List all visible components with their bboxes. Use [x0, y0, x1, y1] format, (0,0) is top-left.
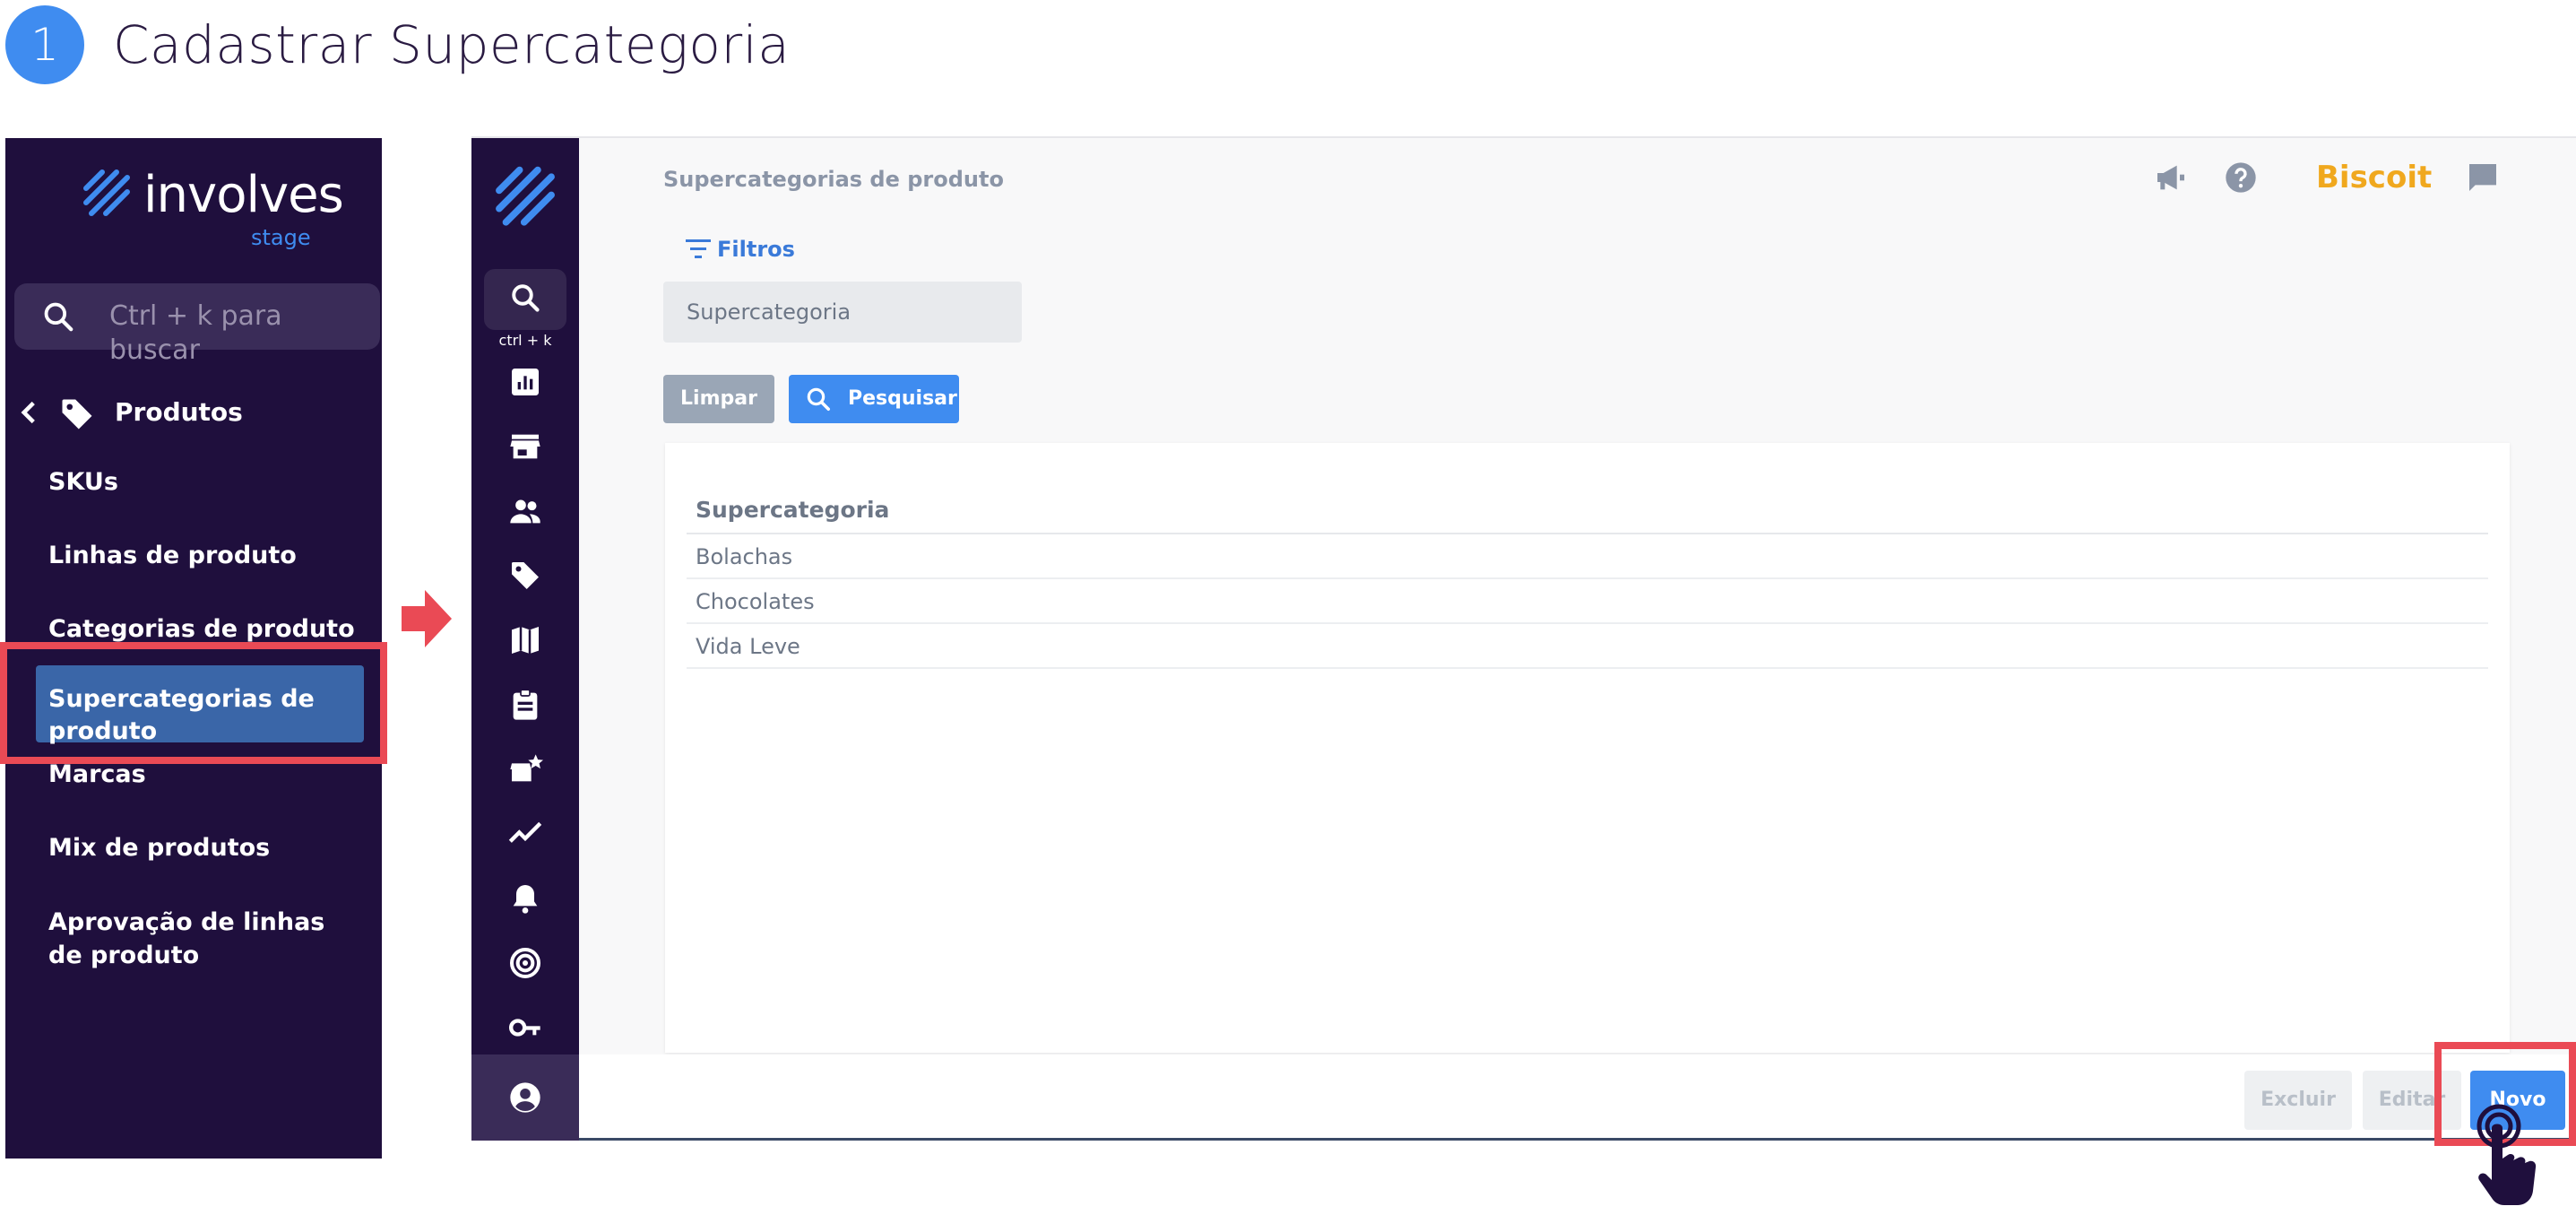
delete-button[interactable]: Excluir: [2244, 1071, 2352, 1130]
trending-icon[interactable]: [507, 816, 543, 852]
tag-icon[interactable]: [507, 558, 543, 594]
table-row[interactable]: Vida Leve: [687, 624, 2488, 669]
radar-icon[interactable]: [507, 945, 543, 981]
menu-search-input[interactable]: Ctrl + k para buscar: [14, 283, 380, 366]
map-icon[interactable]: [507, 622, 543, 658]
table-header: Supercategoria: [687, 488, 2488, 534]
step-number-badge: 1: [5, 5, 84, 84]
clear-button[interactable]: Limpar: [663, 375, 774, 423]
rail-search-button[interactable]: [484, 269, 566, 330]
search-shortcut-label: ctrl + k: [498, 332, 552, 349]
search-button-label: Pesquisar: [848, 387, 957, 410]
highlight-box: [0, 642, 387, 764]
key-icon[interactable]: [507, 1010, 543, 1046]
search-button[interactable]: Pesquisar: [789, 375, 959, 423]
brand-logo-icon[interactable]: [491, 163, 559, 231]
menu-item-skus[interactable]: SKUs: [48, 466, 118, 499]
chat-icon[interactable]: [2465, 160, 2501, 195]
search-icon: [807, 387, 830, 411]
breadcrumb: Supercategorias de produto: [663, 167, 1004, 192]
logo-subtext: stage: [251, 225, 311, 250]
store-icon[interactable]: [507, 429, 543, 464]
search-icon: [44, 302, 73, 332]
clipboard-icon[interactable]: [507, 687, 543, 723]
tutorial-page: { "step": {"number": "1", "title": "Cada…: [0, 0, 2576, 1215]
bell-icon[interactable]: [507, 881, 543, 916]
table-row[interactable]: Chocolates: [687, 579, 2488, 624]
back-to-produtos[interactable]: Produtos: [14, 386, 373, 439]
involves-logo-icon: [83, 169, 130, 216]
people-icon[interactable]: [507, 493, 543, 529]
menu-item-categorias-de-produto[interactable]: Categorias de produto: [48, 613, 355, 646]
menu-item-linhas-de-produto[interactable]: Linhas de produto: [48, 540, 297, 572]
megaphone-icon[interactable]: [2153, 160, 2189, 195]
store-star-icon[interactable]: [507, 751, 543, 787]
results-table: Supercategoria Bolachas Chocolates Vida …: [687, 488, 2488, 669]
involves-logo: involves stage: [81, 161, 344, 249]
app-window: ctrl + k Supercategorias de produto Bisc…: [471, 136, 2576, 1141]
pointer-hand-icon: [2477, 1104, 2537, 1205]
action-footer: Excluir Editar Novo: [579, 1054, 2576, 1141]
menu-item-aprovacao-linhas[interactable]: Aprovação de linhas de produto: [48, 906, 335, 972]
client-logo: Biscoit: [2316, 160, 2433, 195]
icon-rail: ctrl + k: [471, 138, 579, 1141]
filter-icon: [686, 239, 711, 258]
tag-icon: [62, 399, 92, 430]
section-label: Produtos: [115, 397, 243, 427]
arrow-right-icon: [402, 590, 452, 647]
table-row[interactable]: Bolachas: [687, 534, 2488, 579]
menu-item-mix-de-produtos[interactable]: Mix de produtos: [48, 832, 270, 864]
help-icon[interactable]: [2223, 160, 2259, 195]
chevron-left-icon: [21, 401, 35, 424]
search-placeholder: Ctrl + k para buscar: [109, 300, 282, 366]
step-title: Cadastrar Supercategoria: [113, 14, 791, 75]
account-circle-icon: [510, 1082, 540, 1113]
filters-label: Filtros: [717, 237, 795, 262]
supercategoria-filter-input[interactable]: Supercategoria: [663, 282, 1022, 343]
dashboard-icon[interactable]: [507, 364, 543, 400]
results-card: Supercategoria Bolachas Chocolates Vida …: [665, 443, 2510, 1053]
search-icon: [512, 284, 540, 312]
field-placeholder: Supercategoria: [687, 299, 851, 325]
profile-button[interactable]: [471, 1054, 579, 1141]
logo-text: involves: [143, 166, 344, 224]
